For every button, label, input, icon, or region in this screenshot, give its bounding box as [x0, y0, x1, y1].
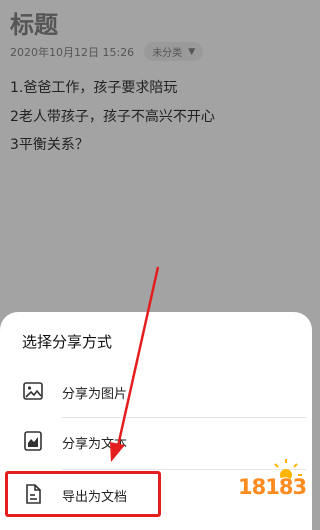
watermark-text: 18183 [238, 475, 307, 499]
annotation-arrow [110, 266, 160, 462]
